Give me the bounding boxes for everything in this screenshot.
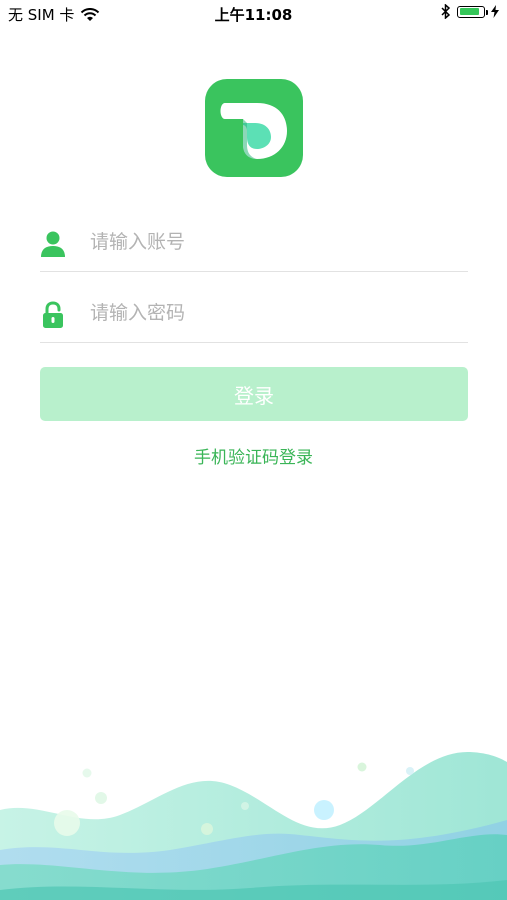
sms-login-link[interactable]: 手机验证码登录 (0, 443, 507, 468)
login-screen: 无 SIM 卡 上午11:08 请输入账号 登录 手机验证码登录 (0, 0, 507, 900)
charging-icon (491, 5, 499, 18)
lock-icon (43, 301, 63, 328)
status-time: 上午11:08 (214, 6, 293, 24)
password-field (40, 283, 468, 343)
wave-decoration (0, 751, 507, 900)
account-input[interactable] (90, 224, 460, 260)
password-input[interactable] (90, 295, 460, 331)
app-logo (205, 79, 303, 177)
logo-d-icon (220, 103, 287, 159)
battery-fill (459, 8, 480, 15)
user-icon (41, 231, 65, 257)
bluetooth-icon (441, 4, 451, 19)
battery-tip (486, 9, 488, 15)
login-button[interactable]: 登录 (40, 367, 468, 421)
status-right (441, 4, 499, 19)
account-field (40, 212, 468, 272)
status-bar: 无 SIM 卡 上午11:08 (0, 0, 507, 28)
battery-icon (457, 5, 488, 18)
